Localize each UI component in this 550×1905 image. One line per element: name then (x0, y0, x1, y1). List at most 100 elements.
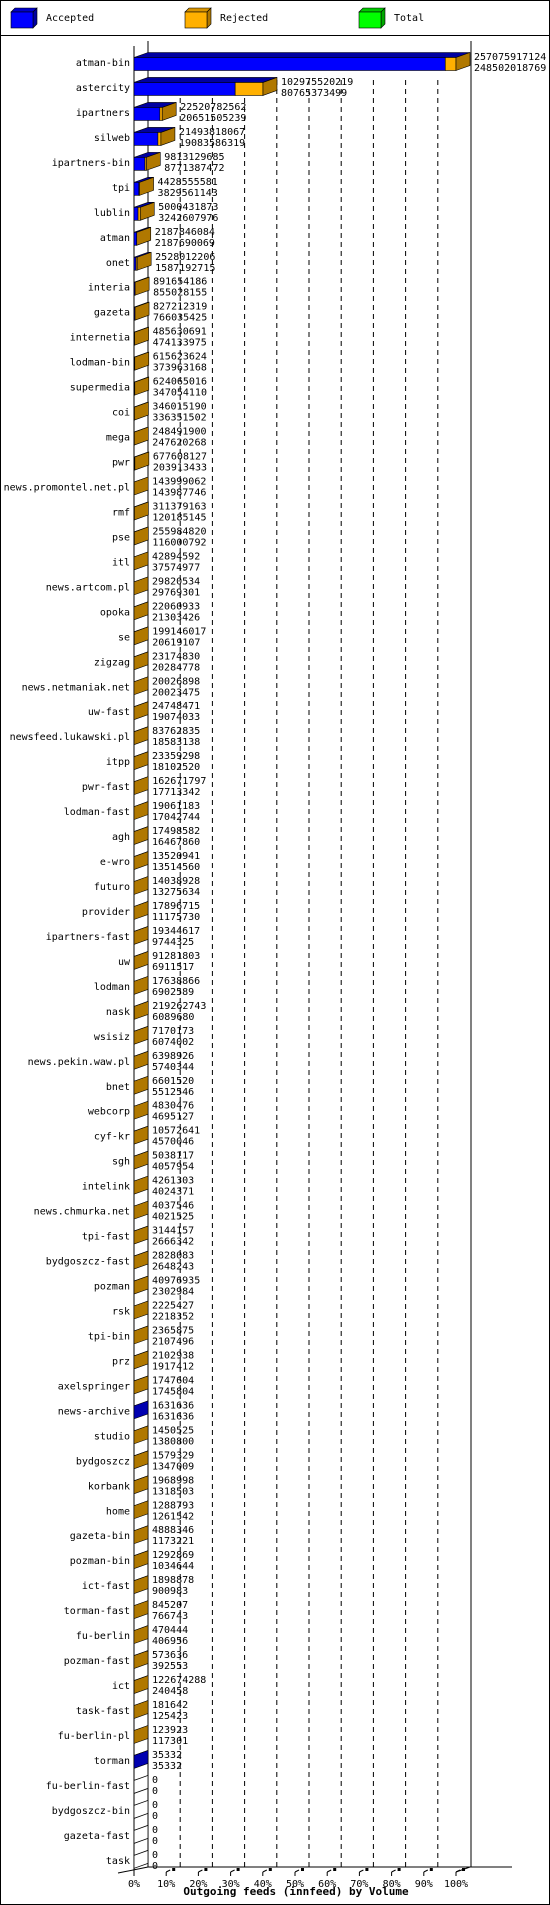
row-label: ipartners (76, 108, 130, 119)
bar-group (133, 501, 149, 521)
bar-accepted (133, 207, 139, 221)
bar-side-face (133, 1025, 149, 1045)
bar-side-face (133, 975, 149, 995)
value-total-label: 219262743 (152, 1001, 206, 1012)
bar-side-face (133, 1100, 149, 1120)
value-accepted-label: 1034644 (152, 1561, 194, 1572)
bar-group (133, 426, 149, 446)
bar-group (133, 901, 149, 920)
bar-group (133, 1150, 149, 1170)
bar-group (133, 1575, 149, 1595)
row-label: news.chmurka.net (34, 1207, 130, 1218)
bar-group (133, 1525, 149, 1545)
value-total-label: 257075917124 (474, 52, 546, 63)
bar-side-face (133, 926, 149, 945)
bar-group (133, 126, 176, 146)
bar-group (133, 801, 149, 821)
bar-top-face (133, 77, 278, 83)
value-total-label: 2528012206 (155, 252, 215, 263)
row-label: cyf-kr (94, 1132, 130, 1143)
value-total-label: 0 (152, 1825, 158, 1836)
value-accepted-label: 21303426 (152, 612, 200, 623)
row-label: itpp (106, 757, 130, 768)
value-accepted-label: 0 (152, 1861, 158, 1872)
value-accepted-label: 0 (152, 1811, 158, 1822)
row-label: fu-berlin (76, 1631, 130, 1642)
row-label: lodman-fast (64, 807, 130, 818)
value-total-label: 42894592 (152, 551, 200, 562)
value-total-label: 1968998 (152, 1475, 194, 1486)
value-total-label: 162671797 (152, 776, 206, 787)
value-total-label: 13520941 (152, 851, 200, 862)
bar-group (133, 1200, 149, 1220)
row-label: news-archive (58, 1406, 130, 1417)
bar-side-face (133, 801, 149, 821)
value-total-label: 1292869 (152, 1550, 194, 1561)
value-total-label: 21493818067 (179, 127, 245, 138)
value-total-label: 143999062 (152, 476, 206, 487)
bar-side-face (133, 551, 149, 571)
bar-group (133, 1700, 149, 1719)
bar-group (133, 851, 149, 870)
x-tick-label: 90% (415, 1879, 433, 1890)
value-total-label: 22520782562 (180, 102, 246, 113)
x-tick-depth (230, 1869, 235, 1873)
bar-side-face (133, 1500, 149, 1520)
bar-side-face (134, 451, 150, 471)
value-accepted-label: 18583138 (152, 737, 200, 748)
value-accepted-label: 13275634 (152, 887, 200, 898)
bar-side-face (133, 1250, 149, 1270)
bar-group (133, 626, 149, 646)
value-total-label: 181642 (152, 1700, 188, 1711)
x-axis-label: Outgoing feeds (innfeed) by Volume (183, 1885, 409, 1898)
row-label: tpi-fast (82, 1232, 130, 1243)
bar-empty (133, 1849, 149, 1869)
bar-side-face (133, 1725, 149, 1744)
bar-group (133, 601, 149, 621)
bar-group (133, 1450, 149, 1470)
value-accepted-label: 392553 (152, 1661, 188, 1672)
row-label: home (106, 1506, 130, 1517)
bar-rejected (159, 107, 163, 121)
value-accepted-label: 3242607976 (158, 213, 218, 224)
value-total-label: 845207 (152, 1600, 188, 1611)
value-accepted-label: 203913433 (153, 463, 207, 474)
value-total-label: 485630691 (153, 327, 207, 338)
bar-rejected (137, 207, 141, 221)
bar-side-face (133, 1675, 149, 1694)
bar-accepted (133, 132, 159, 146)
value-total-label: 1631636 (152, 1400, 194, 1411)
bar-group (133, 701, 149, 721)
row-label: uw-fast (88, 707, 130, 718)
row-label: astercity (76, 83, 130, 94)
value-total-label: 0 (152, 1850, 158, 1861)
bar-group (133, 1350, 149, 1370)
value-accepted-label: 4021525 (152, 1212, 194, 1223)
bar-side-face (133, 950, 149, 970)
row-label: se (118, 632, 130, 643)
bar-group (133, 1849, 149, 1869)
row-label: bnet (106, 1082, 130, 1093)
labels: atman-bin 257075917124248502018769 asterci… (4, 52, 547, 1872)
bar-group (133, 201, 155, 221)
row-label: news.netmaniak.net (22, 682, 130, 693)
value-total-label: 17896715 (152, 901, 200, 912)
bar-empty (133, 1824, 149, 1844)
bar-side-face (133, 1525, 149, 1545)
row-label: ict (112, 1681, 130, 1692)
bar-side-face (133, 826, 149, 845)
bar-side-face (133, 1550, 149, 1570)
row-label: pse (112, 532, 130, 543)
bar-group (133, 826, 149, 845)
x-tick-depth (294, 1869, 300, 1873)
value-accepted-label: 347054110 (153, 388, 207, 399)
x-tick-mark (462, 1868, 465, 1871)
value-total-label: 0 (152, 1800, 158, 1811)
value-total-label: 19344617 (152, 926, 200, 937)
bar-group (133, 1550, 149, 1570)
bar-group (133, 102, 177, 121)
value-total-label: 1579329 (152, 1450, 194, 1461)
bar-group (133, 1050, 149, 1070)
bar-group (133, 551, 149, 571)
row-label: intelink (82, 1182, 130, 1193)
